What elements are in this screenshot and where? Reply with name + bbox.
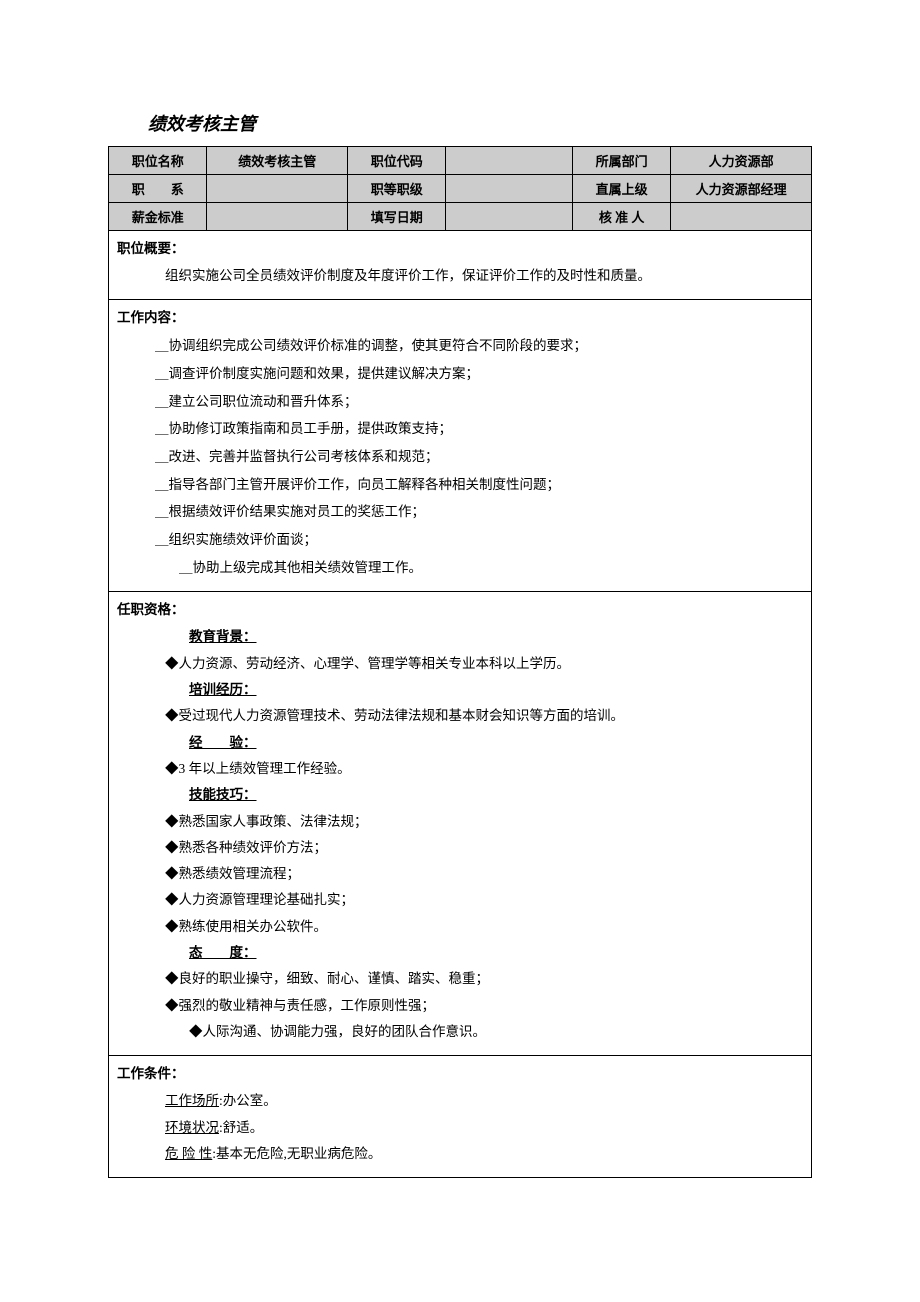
duty-item: ＿协调组织完成公司绩效评价标准的调整，使其更符合不同阶段的要求； bbox=[117, 332, 803, 360]
label-salary: 薪金标准 bbox=[109, 203, 207, 231]
duty-item: ＿协助修订政策指南和员工手册，提供政策支持； bbox=[117, 415, 803, 443]
duty-item: ＿组织实施绩效评价面谈； bbox=[117, 526, 803, 554]
education-item: ◆人力资源、劳动经济、心理学、管理学等相关专业本科以上学历。 bbox=[117, 651, 803, 677]
skill-item: ◆熟悉绩效管理流程； bbox=[117, 861, 803, 887]
attitude-item: ◆良好的职业操守，细致、耐心、谨慎、踏实、稳重； bbox=[117, 966, 803, 992]
header-table: 职位名称 绩效考核主管 职位代码 所属部门 人力资源部 职 系 职等职级 直属上… bbox=[108, 146, 812, 231]
education-heading: 教育背景： bbox=[117, 624, 803, 650]
section-summary: 职位概要： 组织实施公司全员绩效评价制度及年度评价工作，保证评价工作的及时性和质… bbox=[109, 231, 811, 300]
duty-item: ＿改进、完善并监督执行公司考核体系和规范； bbox=[117, 443, 803, 471]
condition-place: 工作场所:办公室。 bbox=[117, 1088, 803, 1114]
duty-item: ＿调查评价制度实施问题和效果，提供建议解决方案； bbox=[117, 360, 803, 388]
header-row-3: 薪金标准 填写日期 核 准 人 bbox=[109, 203, 812, 231]
label-job-family: 职 系 bbox=[109, 175, 207, 203]
label-position-code: 职位代码 bbox=[348, 147, 446, 175]
skill-item: ◆熟练使用相关办公软件。 bbox=[117, 914, 803, 940]
duty-item: ＿指导各部门主管开展评价工作，向员工解释各种相关制度性问题； bbox=[117, 471, 803, 499]
skill-item: ◆人力资源管理理论基础扎实； bbox=[117, 887, 803, 913]
value-job-grade bbox=[446, 175, 573, 203]
duty-item: ＿建立公司职位流动和晋升体系； bbox=[117, 388, 803, 416]
attitude-item: ◆强烈的敬业精神与责任感，工作原则性强； bbox=[117, 993, 803, 1019]
experience-item: ◆3 年以上绩效管理工作经验。 bbox=[117, 756, 803, 782]
label-fill-date: 填写日期 bbox=[348, 203, 446, 231]
document-title: 绩效考核主管 bbox=[148, 110, 812, 136]
qualifications-label: 任职资格： bbox=[117, 598, 803, 618]
value-supervisor: 人力资源部经理 bbox=[671, 175, 812, 203]
header-row-1: 职位名称 绩效考核主管 职位代码 所属部门 人力资源部 bbox=[109, 147, 812, 175]
attitude-heading: 态 度： bbox=[117, 940, 803, 966]
label-supervisor: 直属上级 bbox=[572, 175, 670, 203]
attitude-item-last: ◆人际沟通、协调能力强，良好的团队合作意识。 bbox=[117, 1019, 803, 1045]
section-duties: 工作内容： ＿协调组织完成公司绩效评价标准的调整，使其更符合不同阶段的要求； ＿… bbox=[109, 300, 811, 592]
skills-heading: 技能技巧： bbox=[117, 782, 803, 808]
condition-environment: 环境状况:舒适。 bbox=[117, 1115, 803, 1141]
header-row-2: 职 系 职等职级 直属上级 人力资源部经理 bbox=[109, 175, 812, 203]
value-department: 人力资源部 bbox=[671, 147, 812, 175]
conditions-label: 工作条件： bbox=[117, 1062, 803, 1082]
label-job-grade: 职等职级 bbox=[348, 175, 446, 203]
summary-label: 职位概要： bbox=[117, 237, 803, 257]
training-heading: 培训经历： bbox=[117, 677, 803, 703]
training-item: ◆受过现代人力资源管理技术、劳动法律法规和基本财会知识等方面的培训。 bbox=[117, 703, 803, 729]
value-salary bbox=[207, 203, 348, 231]
condition-risk: 危 险 性:基本无危险,无职业病危险。 bbox=[117, 1141, 803, 1167]
section-conditions: 工作条件： 工作场所:办公室。 环境状况:舒适。 危 险 性:基本无危险,无职业… bbox=[109, 1056, 811, 1177]
value-position-name: 绩效考核主管 bbox=[207, 147, 348, 175]
duty-item: ＿根据绩效评价结果实施对员工的奖惩工作； bbox=[117, 498, 803, 526]
value-position-code bbox=[446, 147, 573, 175]
skill-item: ◆熟悉国家人事政策、法律法规； bbox=[117, 809, 803, 835]
label-approver: 核 准 人 bbox=[572, 203, 670, 231]
content-box: 职位概要： 组织实施公司全员绩效评价制度及年度评价工作，保证评价工作的及时性和质… bbox=[108, 231, 812, 1178]
section-qualifications: 任职资格： 教育背景： ◆人力资源、劳动经济、心理学、管理学等相关专业本科以上学… bbox=[109, 592, 811, 1056]
label-position-name: 职位名称 bbox=[109, 147, 207, 175]
duty-item-last: ＿协助上级完成其他相关绩效管理工作。 bbox=[117, 554, 803, 582]
value-fill-date bbox=[446, 203, 573, 231]
value-approver bbox=[671, 203, 812, 231]
label-department: 所属部门 bbox=[572, 147, 670, 175]
duties-label: 工作内容： bbox=[117, 306, 803, 326]
experience-heading: 经 验： bbox=[117, 730, 803, 756]
summary-text: 组织实施公司全员绩效评价制度及年度评价工作，保证评价工作的及时性和质量。 bbox=[117, 263, 803, 289]
value-job-family bbox=[207, 175, 348, 203]
skill-item: ◆熟悉各种绩效评价方法； bbox=[117, 835, 803, 861]
